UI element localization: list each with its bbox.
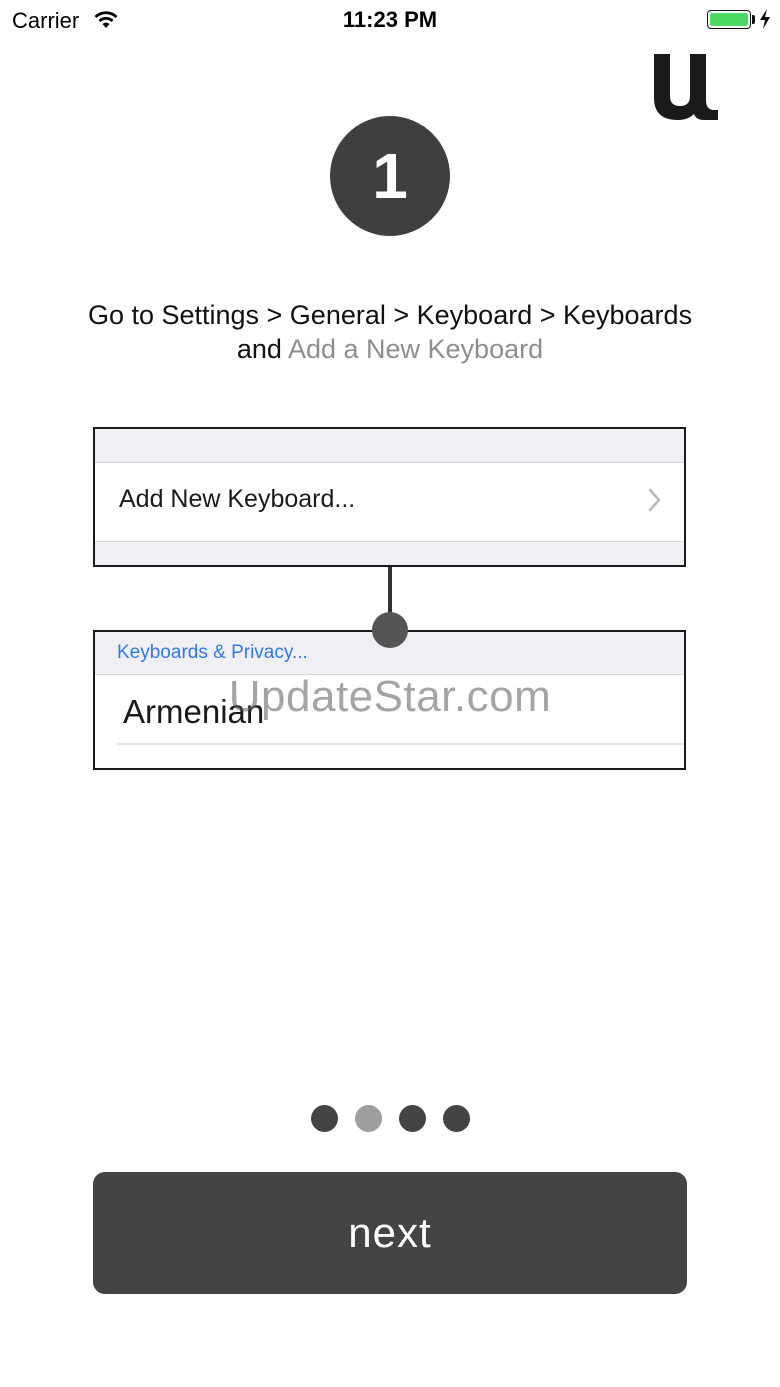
page-dot xyxy=(310,1105,338,1132)
battery-icon xyxy=(707,10,751,29)
battery-level xyxy=(710,13,748,26)
u-logo-icon xyxy=(654,54,718,120)
battery-tip xyxy=(752,15,755,24)
next-button[interactable]: next xyxy=(93,1172,687,1294)
row-divider xyxy=(117,743,684,745)
instruction-highlight: Add a New Keyboard xyxy=(287,334,544,364)
charging-bolt-icon xyxy=(760,9,770,29)
status-bar: Carrier 11:23 PM xyxy=(0,0,780,40)
page-indicator xyxy=(0,1105,780,1132)
keyboards-privacy-label: Keyboards & Privacy... xyxy=(117,642,308,663)
add-new-keyboard-label: Add New Keyboard... xyxy=(119,485,356,513)
watermark: UpdateStar.com xyxy=(228,672,552,721)
instruction-line-2: and Add a New Keyboard xyxy=(40,332,740,366)
instruction-line-1: Go to Settings > General > Keyboard > Ke… xyxy=(87,300,693,330)
page-dot xyxy=(398,1105,426,1132)
page-dot xyxy=(442,1105,470,1132)
add-new-keyboard-row: Add New Keyboard... xyxy=(95,462,684,542)
illustration-settings-card: Add New Keyboard... xyxy=(93,427,686,567)
next-button-label: next xyxy=(348,1209,432,1256)
instruction-prefix: and xyxy=(236,334,282,364)
step-number: 1 xyxy=(372,140,408,212)
illustration-connector-dot xyxy=(372,612,408,648)
clock: 11:23 PM xyxy=(342,7,438,32)
page-dot-active xyxy=(354,1105,382,1132)
step-number-badge: 1 xyxy=(330,116,450,236)
chevron-right-icon xyxy=(648,488,661,512)
instructions: Go to Settings > General > Keyboard > Ke… xyxy=(40,298,740,366)
